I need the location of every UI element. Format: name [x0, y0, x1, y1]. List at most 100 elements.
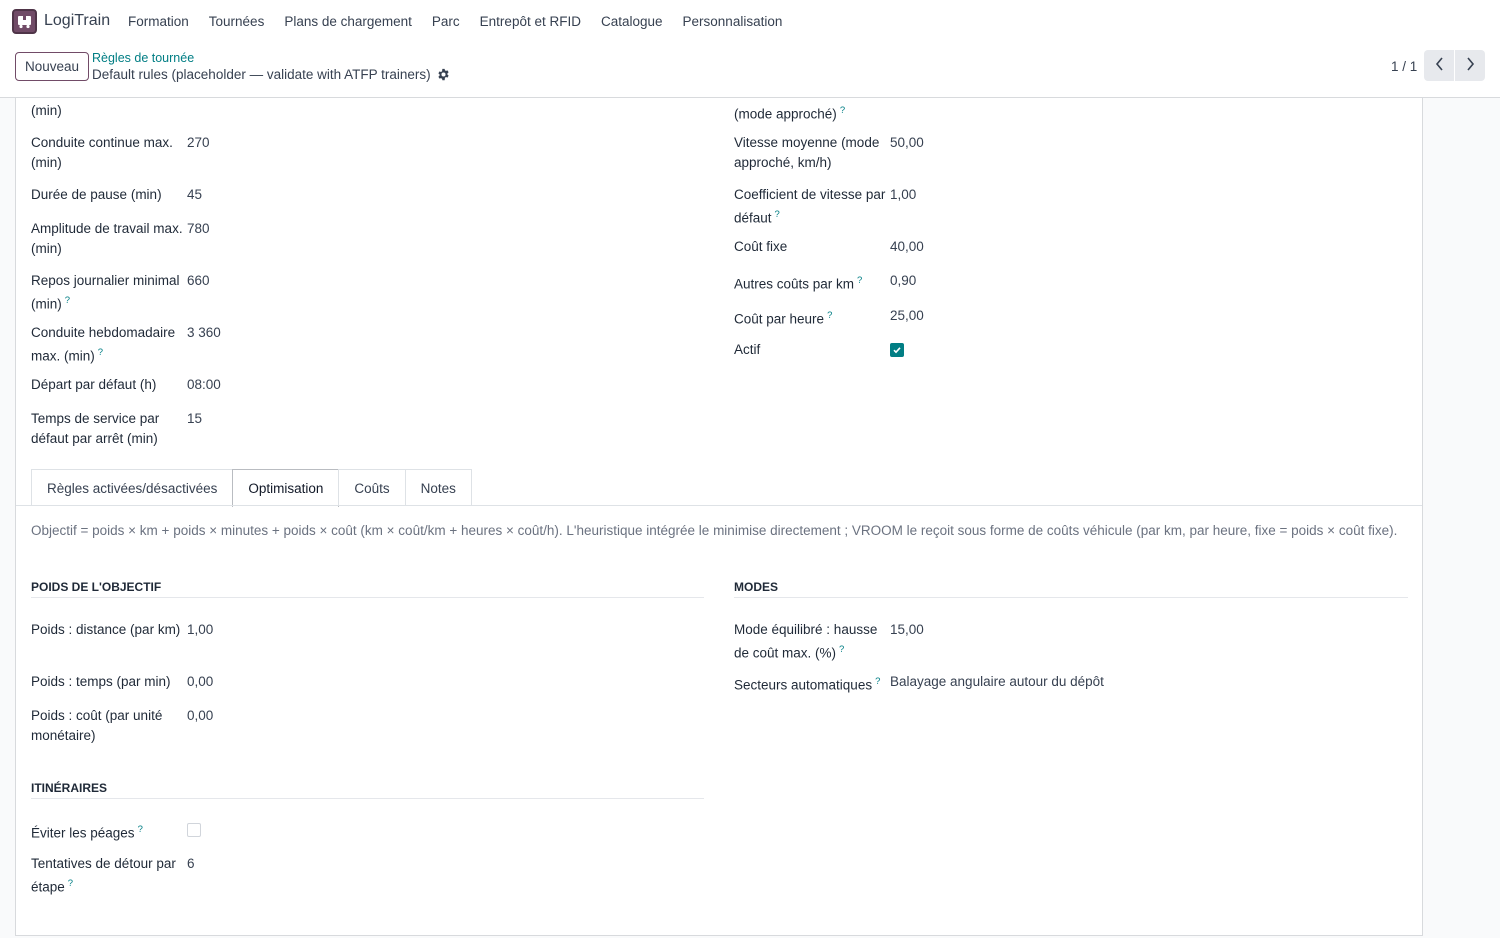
breadcrumb-link[interactable]: Règles de tournée [92, 51, 194, 65]
optimisation-help-text: Objectif = poids × km + poids × minutes … [31, 523, 1398, 538]
field-value[interactable]: 780 [187, 219, 210, 258]
menu-item-catalogue[interactable]: Catalogue [601, 14, 663, 29]
tab-regles[interactable]: Règles activées/désactivées [31, 469, 234, 506]
field-label: Poids : distance (par km) [31, 622, 181, 637]
field-value[interactable]: 45 [187, 185, 202, 205]
field-row: Mode équilibré : hausse de coût max. (%)… [734, 620, 924, 663]
field-row: (min) [31, 101, 187, 121]
field-label: Amplitude de travail max. (min) [31, 221, 183, 256]
record-title-text: Default rules (placeholder — validate wi… [92, 67, 431, 82]
section-title-modes: MODES [734, 580, 1408, 598]
app-logo-icon[interactable] [12, 9, 37, 34]
field-label: Tentatives de détour par étape? [31, 856, 176, 894]
field-value[interactable]: 15,00 [890, 620, 924, 663]
field-value[interactable]: 0,90 [890, 271, 916, 294]
avoid-tolls-checkbox[interactable] [187, 823, 201, 837]
help-tooltip-icon[interactable]: ? [827, 310, 832, 321]
menu-item-parc[interactable]: Parc [432, 14, 460, 29]
tabs-divider [16, 505, 1422, 506]
field-label: Départ par défaut (h) [31, 377, 157, 392]
field-label: Poids : coût (par unité monétaire) [31, 708, 163, 743]
field-row: Tentatives de détour par étape? 6 [31, 854, 195, 897]
help-tooltip-icon[interactable]: ? [839, 644, 844, 655]
menu-item-personnalisation[interactable]: Personnalisation [683, 14, 783, 29]
field-row: Autres coûts par km? 0,90 [734, 271, 916, 294]
field-row: Départ par défaut (h) 08:00 [31, 375, 221, 395]
field-value[interactable]: 0,00 [187, 672, 213, 692]
menu-item-entrepot-rfid[interactable]: Entrepôt et RFID [480, 14, 581, 29]
field-label: Coût par heure? [734, 310, 833, 327]
field-label: Poids : temps (par min) [31, 674, 171, 689]
field-row: Poids : coût (par unité monétaire) 0,00 [31, 706, 213, 745]
field-value[interactable]: 1,00 [890, 185, 916, 228]
menu-item-plans-chargement[interactable]: Plans de chargement [284, 14, 412, 29]
field-value [187, 820, 201, 843]
field-label: Actif [734, 342, 761, 357]
field-value[interactable]: 6 [187, 854, 195, 897]
pager-previous-button[interactable] [1424, 50, 1454, 81]
field-label: Autres coûts par km? [734, 275, 863, 292]
field-value[interactable]: 40,00 [890, 237, 924, 257]
notebook-tabs: Règles activées/désactivées Optimisation… [31, 469, 472, 507]
help-tooltip-icon[interactable]: ? [875, 676, 880, 687]
field-value[interactable]: 15 [187, 409, 202, 448]
chevron-right-icon [1466, 57, 1475, 74]
field-row: Conduite hebdomadaire max. (min)? 3 360 [31, 323, 221, 366]
field-label: (min) [31, 103, 62, 118]
tab-notes[interactable]: Notes [404, 469, 472, 506]
field-value[interactable]: 3 360 [187, 323, 221, 366]
field-label: Conduite continue max. (min) [31, 135, 173, 170]
field-row: Coût par heure? 25,00 [734, 306, 924, 329]
field-value[interactable]: 50,00 [890, 133, 924, 172]
field-label: Conduite hebdomadaire max. (min)? [31, 325, 176, 363]
field-row: Coefficient de vitesse par défaut? 1,00 [734, 185, 916, 228]
section-title-routes: ITINÉRAIRES [31, 781, 704, 799]
field-label: Éviter les péages? [31, 824, 143, 841]
field-label: Coefficient de vitesse par défaut? [734, 187, 886, 225]
section-title-objective: POIDS DE L'OBJECTIF [31, 580, 704, 598]
gear-icon[interactable] [437, 68, 450, 81]
chevron-left-icon [1435, 57, 1444, 74]
help-tooltip-icon[interactable]: ? [68, 878, 73, 889]
field-row: Poids : temps (par min) 0,00 [31, 672, 213, 692]
field-label: Mode équilibré : hausse de coût max. (%)… [734, 622, 878, 660]
field-label: Repos journalier minimal (min)? [31, 273, 180, 311]
top-navbar: LogiTrain Formation Tournées Plans de ch… [0, 0, 1500, 43]
pager-value[interactable]: 1 / 1 [1391, 59, 1417, 74]
field-label: (mode approché)? [734, 105, 846, 122]
field-label: Coût fixe [734, 239, 788, 254]
field-value[interactable]: 270 [187, 133, 210, 172]
help-tooltip-icon[interactable]: ? [98, 347, 103, 358]
field-label: Temps de service par défaut par arrêt (m… [31, 411, 160, 446]
field-label: Vitesse moyenne (mode approché, km/h) [734, 135, 880, 170]
field-value[interactable]: 08:00 [187, 375, 221, 395]
field-label: Secteurs automatiques? [734, 676, 881, 693]
field-row: Temps de service par défaut par arrêt (m… [31, 409, 202, 448]
tab-couts[interactable]: Coûts [338, 469, 406, 506]
field-row: Vitesse moyenne (mode approché, km/h) 50… [734, 133, 924, 172]
pager-next-button[interactable] [1455, 50, 1485, 81]
field-value[interactable]: Balayage angulaire autour du dépôt [890, 672, 1104, 695]
help-tooltip-icon[interactable]: ? [840, 105, 845, 116]
control-panel: Nouveau Règles de tournée Default rules … [0, 43, 1500, 98]
field-value[interactable]: 660 [187, 271, 210, 314]
menu-item-tournees[interactable]: Tournées [209, 14, 265, 29]
field-value[interactable]: 1,00 [187, 620, 213, 640]
tab-optimisation[interactable]: Optimisation [232, 469, 340, 507]
field-row: Conduite continue max. (min) 270 [31, 133, 210, 172]
help-tooltip-icon[interactable]: ? [775, 209, 780, 220]
field-label: Durée de pause (min) [31, 187, 162, 202]
field-value[interactable]: 25,00 [890, 306, 924, 329]
field-row: (mode approché)? [734, 101, 890, 124]
active-checkbox[interactable] [890, 343, 904, 357]
field-value[interactable]: 0,00 [187, 706, 213, 745]
field-row: Repos journalier minimal (min)? 660 [31, 271, 210, 314]
help-tooltip-icon[interactable]: ? [857, 275, 862, 286]
form-sheet: (min) Conduite continue max. (min) 270 D… [15, 98, 1423, 936]
app-name[interactable]: LogiTrain [44, 12, 110, 30]
new-record-button[interactable]: Nouveau [15, 52, 90, 81]
help-tooltip-icon[interactable]: ? [138, 824, 143, 835]
menu-item-formation[interactable]: Formation [128, 14, 189, 29]
field-row: Actif [734, 340, 904, 361]
help-tooltip-icon[interactable]: ? [65, 295, 70, 306]
